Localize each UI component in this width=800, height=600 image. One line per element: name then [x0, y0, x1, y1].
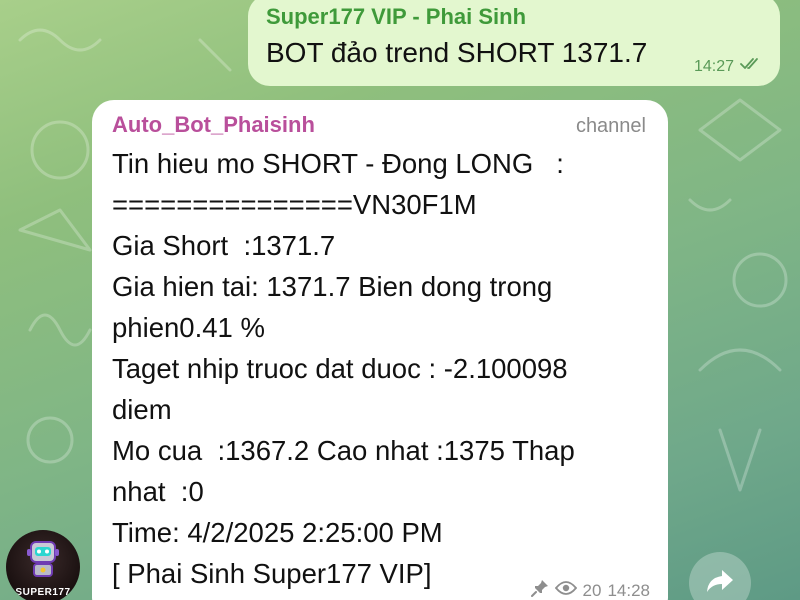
outgoing-message-bubble[interactable]: Super177 VIP - Phai Sinh BOT đảo trend S…	[248, 0, 780, 86]
channel-avatar[interactable]: SUPER177	[6, 530, 80, 600]
eye-icon	[554, 580, 577, 600]
channel-badge: channel	[575, 115, 646, 137]
incoming-sender-name[interactable]: Auto_Bot_Phaisinh	[112, 112, 315, 138]
message-line: Tin hieu mo SHORT - Đong LONG :	[112, 148, 564, 179]
message-line: ===============VN30F1M	[112, 189, 477, 220]
outgoing-message-text: BOT đảo trend SHORT 1371.7	[266, 37, 648, 68]
forward-button[interactable]	[689, 552, 751, 600]
incoming-message-meta: 20 14:28	[530, 579, 650, 600]
message-line: Mo cua :1367.2 Cao nhat :1375 Thap	[112, 435, 575, 466]
message-line: phien0.41 %	[112, 312, 265, 343]
avatar-label: SUPER177	[15, 587, 71, 598]
double-check-icon	[740, 57, 762, 76]
message-line: Time: 4/2/2025 2:25:00 PM	[112, 517, 443, 548]
incoming-message-time: 14:28	[607, 580, 650, 600]
message-line: Gia Short :1371.7	[112, 230, 336, 261]
incoming-message-text: Tin hieu mo SHORT - Đong LONG : ========…	[112, 143, 648, 594]
view-count: 20	[582, 580, 602, 600]
outgoing-sender-name[interactable]: Super177 VIP - Phai Sinh	[266, 4, 762, 30]
message-line: Taget nhip truoc dat duoc : -2.100098	[112, 353, 568, 384]
outgoing-message-meta: 14:27	[694, 57, 762, 76]
message-line: nhat :0	[112, 476, 204, 507]
incoming-message-header: Auto_Bot_Phaisinh channel	[112, 112, 648, 138]
forward-arrow-icon	[705, 568, 735, 599]
message-line: Gia hien tai: 1371.7 Bien dong trong	[112, 271, 553, 302]
incoming-message-bubble[interactable]: Auto_Bot_Phaisinh channel Tin hieu mo SH…	[92, 100, 668, 600]
outgoing-message-time: 14:27	[693, 57, 734, 75]
pin-icon	[530, 579, 549, 600]
message-line: diem	[112, 394, 172, 425]
robot-icon	[24, 538, 62, 585]
